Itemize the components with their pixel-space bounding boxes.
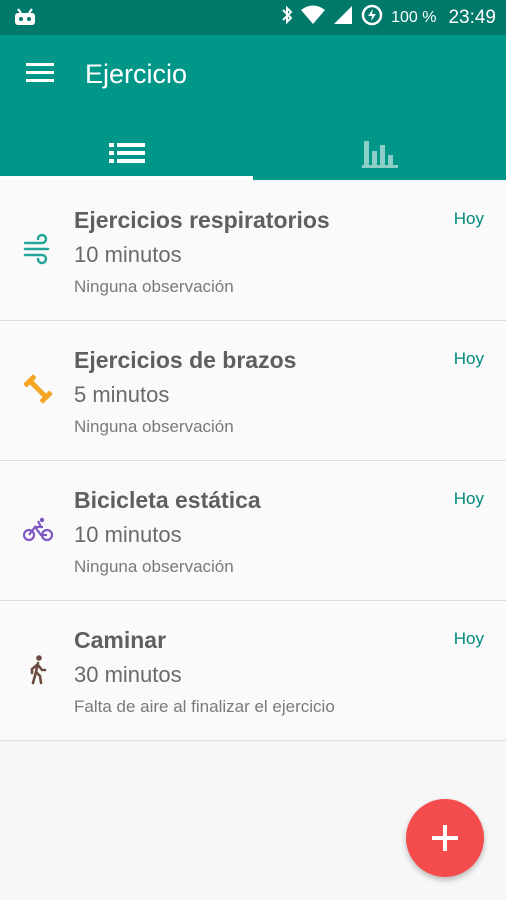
tab-list[interactable] <box>0 125 253 180</box>
tab-bar <box>0 125 506 180</box>
exercise-date: Hoy <box>453 489 484 508</box>
plus-icon <box>432 825 458 851</box>
walk-icon <box>22 653 54 685</box>
app-bar: Ejercicio <box>0 35 506 180</box>
exercise-date: Hoy <box>453 349 484 368</box>
exercise-duration: 5 minutos <box>74 382 170 407</box>
battery-level: 100 % <box>391 8 437 26</box>
add-exercise-button[interactable] <box>406 799 484 877</box>
page-title: Ejercicio <box>85 59 188 89</box>
exercise-note: Ninguna observación <box>74 277 234 296</box>
signal-icon <box>333 5 353 30</box>
exercise-duration: 10 minutos <box>74 242 182 267</box>
dumbbell-icon <box>22 373 54 405</box>
list-item[interactable]: Ejercicios de brazos 5 minutos Ninguna o… <box>0 321 506 461</box>
status-bar: 100 % 23:49 <box>0 0 506 35</box>
exercise-name: Caminar <box>74 627 167 653</box>
menu-button[interactable] <box>26 61 56 91</box>
bluetooth-icon <box>281 5 293 30</box>
list-item[interactable]: Bicicleta estática 10 minutos Ninguna ob… <box>0 461 506 601</box>
tab-chart[interactable] <box>253 125 506 180</box>
exercise-note: Ninguna observación <box>74 557 234 576</box>
list-icon <box>108 142 145 163</box>
list-item[interactable]: Ejercicios respiratorios 10 minutos Ning… <box>0 181 506 321</box>
battery-saver-icon <box>361 4 383 31</box>
menu-icon <box>26 63 54 82</box>
exercise-date: Hoy <box>453 629 484 648</box>
exercise-list: Ejercicios respiratorios 10 minutos Ning… <box>0 181 506 741</box>
wifi-icon <box>301 5 326 30</box>
exercise-note: Falta de aire al finalizar el ejercicio <box>74 697 335 716</box>
exercise-name: Ejercicios de brazos <box>74 347 297 373</box>
exercise-note: Ninguna observación <box>74 417 234 436</box>
bar-chart-icon <box>361 140 398 168</box>
list-item[interactable]: Caminar 30 minutos Falta de aire al fina… <box>0 601 506 741</box>
clock: 23:49 <box>448 6 496 28</box>
exercise-duration: 10 minutos <box>74 522 182 547</box>
exercise-name: Ejercicios respiratorios <box>74 207 330 233</box>
bicycle-icon <box>22 513 54 545</box>
android-icon <box>14 8 36 31</box>
exercise-name: Bicicleta estática <box>74 487 261 513</box>
wind-icon <box>22 233 54 265</box>
exercise-duration: 30 minutos <box>74 662 182 687</box>
exercise-date: Hoy <box>453 209 484 228</box>
